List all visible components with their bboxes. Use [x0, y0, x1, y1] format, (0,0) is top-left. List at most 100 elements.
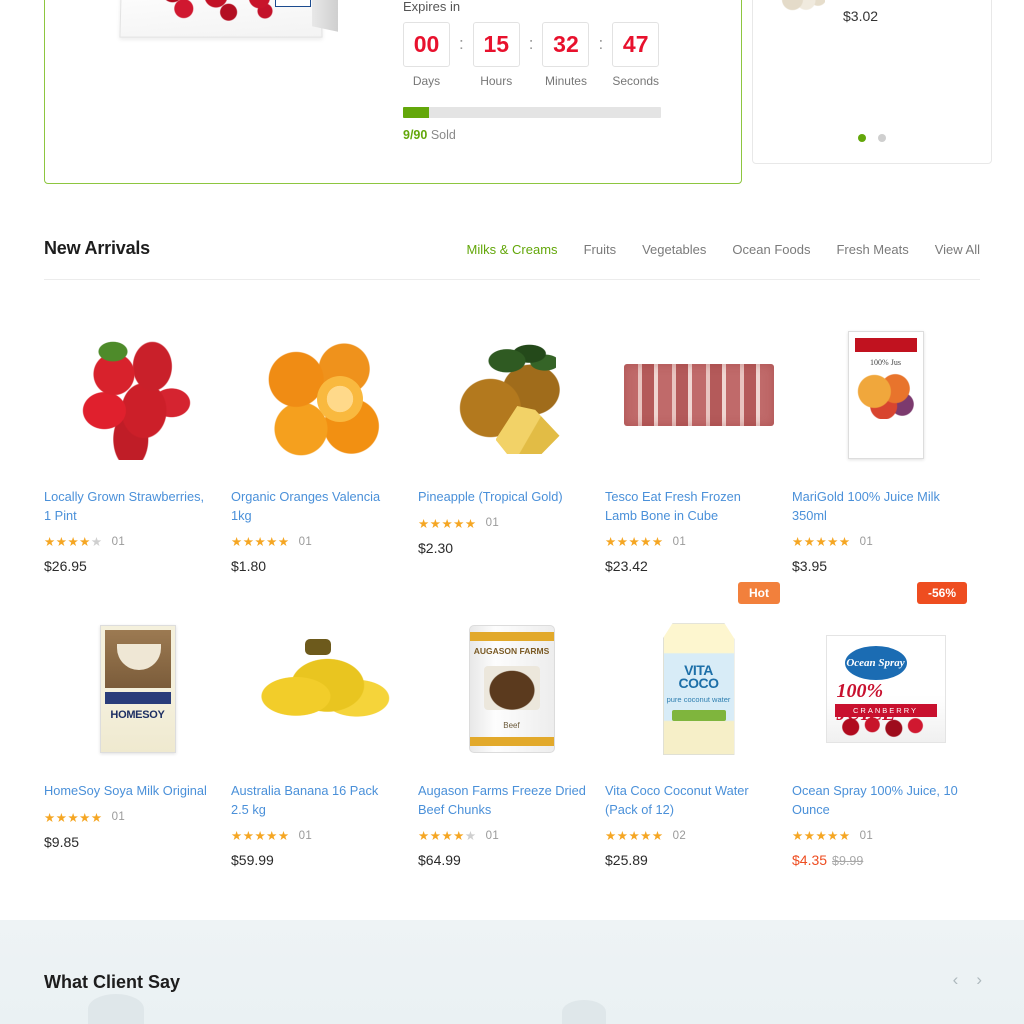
product-card[interactable]: Tesco Eat Fresh Frozen Lamb Bone in Cube… [605, 280, 792, 574]
review-count: 02 [672, 829, 687, 842]
page-title: New Arrivals [44, 238, 150, 258]
new-arrivals-section: New Arrivals Milks & Creams Fruits Veget… [44, 238, 980, 868]
star-icon: ★ [453, 516, 465, 531]
countdown-seconds: 47 Seconds [612, 22, 660, 88]
list-item[interactable]: Garlic - NZ New Season - Pukekohe $3.02 [769, 0, 975, 24]
product-image[interactable] [605, 316, 792, 474]
tab-fruits[interactable]: Fruits [584, 242, 617, 257]
review-count: 01 [485, 517, 500, 530]
product-image[interactable]: Hot VITA COCO pure coconut water [605, 582, 792, 768]
product-name[interactable]: Organic Oranges Valencia 1kg [231, 488, 399, 525]
product-name[interactable]: Augason Farms Freeze Dried Beef Chunks [418, 782, 586, 819]
star-icon: ★ [67, 535, 80, 550]
product-image[interactable]: 100% Jus [792, 316, 979, 474]
product-price: $1.80 [231, 558, 267, 575]
product-name[interactable]: MariGold 100% Juice Milk 350ml [792, 488, 960, 525]
product-rating: ★ ★ ★ ★ ★ 01 [231, 828, 418, 843]
cranberries-graphic [153, 0, 293, 23]
countdown-days-value: 00 [403, 22, 450, 67]
star-icon: ★ [242, 535, 255, 550]
product-old-price: $9.99 [832, 854, 864, 869]
status-badge: Hot [738, 582, 780, 605]
star-icon: ★ [616, 535, 629, 550]
product-price: $26.95 [44, 558, 87, 575]
product-image[interactable] [418, 316, 605, 474]
sold-count: 9/90 [403, 128, 428, 142]
chevron-right-icon[interactable]: › [976, 970, 982, 990]
star-icon: ★ [640, 535, 652, 550]
carousel-pagination [753, 129, 991, 147]
product-card[interactable]: Hot VITA COCO pure coconut water Vita Coco … [605, 574, 792, 868]
stock-progress-fill [403, 107, 429, 118]
star-icon: ★ [628, 829, 641, 844]
carousel-dot-2[interactable] [878, 134, 887, 142]
countdown-hours-label: Hours [480, 74, 513, 88]
review-count: 01 [859, 535, 874, 548]
countdown-separator-1: : [459, 34, 464, 53]
review-count: 01 [485, 829, 500, 842]
countdown-days: 00 Days [403, 22, 450, 88]
tab-vegetables[interactable]: Vegetables [642, 242, 706, 257]
review-count: 01 [298, 535, 313, 548]
star-icon: ★ [90, 535, 103, 550]
product-price: $25.89 [605, 852, 648, 869]
sidebar-product-price: $3.02 [843, 8, 879, 25]
star-icon: ★ [838, 535, 851, 550]
product-image[interactable]: -56%Ocean Spray100% JUICECRANBERRY [792, 582, 979, 768]
star-icon: ★ [231, 535, 243, 550]
star-icon: ★ [815, 829, 828, 844]
star-icon: ★ [827, 829, 839, 844]
star-icon: ★ [44, 535, 56, 550]
star-icon: ★ [453, 829, 465, 844]
countdown-minutes-value: 32 [542, 22, 590, 67]
product-price: $9.85 [44, 833, 80, 850]
product-price: $59.99 [231, 852, 274, 869]
product-name[interactable]: Pineapple (Tropical Gold) [418, 488, 586, 507]
star-icon: ★ [55, 535, 68, 550]
product-rating: ★ ★ ★ ★ ★ 02 [605, 828, 792, 843]
product-rating: ★ ★ ★ ★ ★ 01 [605, 534, 792, 549]
stock-progress-bar [403, 107, 661, 118]
product-card[interactable]: Australia Banana 16 Pack 2.5 kg ★ ★ ★ ★ ★ 01 $5… [231, 574, 418, 868]
product-name[interactable]: Ocean Spray 100% Juice, 10 Ounce [792, 782, 960, 819]
product-image[interactable] [231, 316, 418, 474]
product-card[interactable]: Locally Grown Strawberries, 1 Pint ★ ★ ★ ★ ★ 0… [44, 280, 231, 574]
star-icon: ★ [803, 829, 816, 844]
product-card[interactable]: Pineapple (Tropical Gold) ★ ★ ★ ★ ★ 01 $2.30 [418, 280, 605, 574]
star-icon: ★ [242, 829, 255, 844]
tab-view-all[interactable]: View All [935, 242, 980, 257]
star-icon: ★ [815, 535, 828, 550]
product-name[interactable]: Locally Grown Strawberries, 1 Pint [44, 488, 212, 525]
product-card[interactable]: 100% Jus MariGold 100% Juice Milk 350ml ★ ★… [792, 280, 979, 574]
product-card[interactable]: AUGASON FARMS Beef Augason Farms Freeze Dr… [418, 574, 605, 868]
chevron-left-icon[interactable]: ‹ [953, 970, 959, 990]
product-card[interactable]: -56%Ocean Spray100% JUICECRANBERRY Ocean … [792, 574, 979, 868]
product-name[interactable]: HomeSoy Soya Milk Original [44, 782, 212, 801]
product-card[interactable]: HOMESOY HomeSoy Soya Milk Original ★ ★ ★ ★ ★ 01… [44, 574, 231, 868]
star-icon: ★ [266, 829, 278, 844]
product-name[interactable]: Australia Banana 16 Pack 2.5 kg [231, 782, 399, 819]
tab-ocean-foods[interactable]: Ocean Foods [732, 242, 810, 257]
product-image[interactable] [44, 316, 231, 474]
tab-fresh-meats[interactable]: Fresh Meats [836, 242, 908, 257]
deal-product-image[interactable]: 100% juice CRANBERRY 6 10oz BOTTLES 130 [63, 0, 393, 169]
star-icon: ★ [418, 516, 430, 531]
product-image[interactable]: AUGASON FARMS Beef [418, 610, 605, 768]
product-card[interactable]: Organic Oranges Valencia 1kg ★ ★ ★ ★ ★ 01 $1.80 [231, 280, 418, 574]
tab-milks-creams[interactable]: Milks & Creams [467, 242, 558, 257]
star-icon: ★ [792, 829, 804, 844]
product-name[interactable]: Vita Coco Coconut Water (Pack of 12) [605, 782, 773, 819]
countdown-minutes: 32 Minutes [542, 22, 590, 88]
countdown-seconds-label: Seconds [612, 74, 660, 88]
product-rating: ★ ★ ★ ★ ★ 01 [418, 828, 605, 843]
product-image[interactable] [231, 610, 418, 768]
star-icon: ★ [55, 810, 68, 825]
product-name[interactable]: Tesco Eat Fresh Frozen Lamb Bone in Cube [605, 488, 773, 525]
deal-of-the-day-card: 100% juice CRANBERRY 6 10oz BOTTLES 130 … [44, 0, 742, 184]
product-rating: ★ ★ ★ ★ ★ 01 [792, 828, 979, 843]
carousel-dot-1[interactable] [857, 134, 866, 142]
sold-label: Sold [430, 128, 456, 142]
product-grid: Locally Grown Strawberries, 1 Pint ★ ★ ★ ★ ★ 0… [44, 280, 980, 868]
countdown-separator-3: : [598, 34, 604, 53]
product-image[interactable]: HOMESOY [44, 610, 231, 768]
